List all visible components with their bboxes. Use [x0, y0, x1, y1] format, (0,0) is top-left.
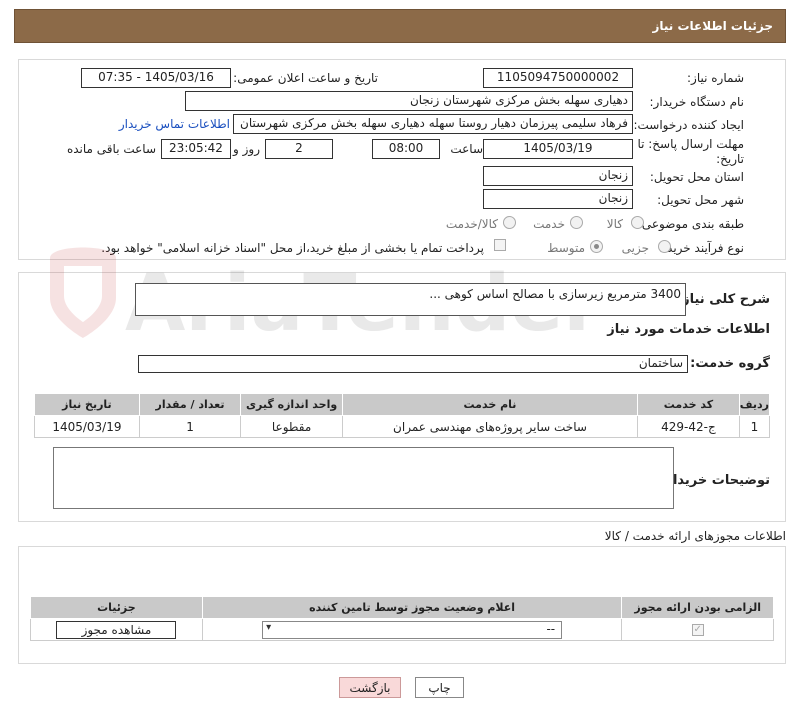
remaining-time-field: 23:05:42 — [161, 139, 231, 159]
unit: مقطوعا — [240, 415, 343, 438]
process-medium-radio[interactable] — [590, 240, 603, 253]
services-title: اطلاعات خدمات مورد نیاز — [607, 322, 770, 337]
permit-details-cell: مشاهده مجوز — [30, 618, 203, 641]
col-permit-required: الزامی بودن ارائه مجوز — [621, 596, 774, 619]
table-row: ✓ -- ▾ مشاهده مجوز — [30, 618, 774, 641]
deadline-time-label: ساعت — [450, 142, 483, 156]
need-number-label: شماره نیاز: — [687, 71, 744, 85]
permit-status-value: -- — [546, 621, 556, 636]
category-both-label: کالا/خدمت — [445, 217, 498, 231]
permits-title: اطلاعات مجوزهای ارائه خدمت / کالا — [604, 529, 786, 543]
row-number: 1 — [738, 415, 771, 438]
need-number-field: 1105094750000002 — [483, 68, 633, 88]
city-field: زنجان — [483, 189, 633, 209]
page-header: جزئیات اطلاعات نیاز — [14, 9, 786, 43]
treasury-payment-checkbox[interactable] — [494, 239, 506, 251]
creator-field: فرهاد سلیمی پیرزمان دهیار روستا سهله دهی… — [233, 114, 633, 134]
col-unit: واحد اندازه گیری — [240, 393, 343, 416]
need-description-label: شرح کلی نیاز: — [676, 292, 770, 307]
permits-table: الزامی بودن ارائه مجوز اعلام وضعیت مجوز … — [30, 596, 774, 641]
province-label: استان محل تحویل: — [649, 170, 744, 184]
services-table: ردیف کد خدمت نام خدمت واحد اندازه گیری ت… — [34, 393, 771, 438]
process-medium-label: متوسط — [547, 241, 585, 255]
page-title: جزئیات اطلاعات نیاز — [652, 19, 773, 33]
permit-required-cell: ✓ — [621, 618, 774, 641]
category-both-radio[interactable] — [503, 216, 516, 229]
days-label: روز و — [233, 142, 260, 156]
col-quantity: تعداد / مقدار — [138, 393, 242, 416]
print-button[interactable]: چاپ — [415, 677, 464, 698]
service-group-label: گروه خدمت: — [690, 356, 770, 371]
process-minor-label: جزیی — [621, 241, 649, 255]
deadline-date-field: 1405/03/19 — [483, 139, 633, 159]
buyer-notes-field[interactable] — [53, 447, 674, 509]
treasury-payment-note: پرداخت تمام یا بخشی از مبلغ خرید،از محل … — [101, 241, 484, 255]
province-field: زنجان — [483, 166, 633, 186]
col-row: ردیف — [738, 393, 771, 416]
col-permit-status: اعلام وضعیت مجوز توسط تامین کننده — [201, 596, 623, 619]
permit-status-cell: -- ▾ — [201, 618, 623, 641]
view-permit-button[interactable]: مشاهده مجوز — [56, 620, 177, 639]
category-service-radio[interactable] — [570, 216, 583, 229]
deadline-time-field: 08:00 — [372, 139, 440, 159]
buyer-notes-label: توضیحات خریدار: — [660, 473, 770, 488]
deadline-label: مهلت ارسال پاسخ: تا — [637, 137, 744, 151]
deadline-label-date: تاریخ: — [716, 152, 744, 166]
permit-required-checkbox: ✓ — [691, 624, 704, 636]
process-minor-radio[interactable] — [658, 240, 671, 253]
permit-status-select[interactable]: -- ▾ — [262, 620, 563, 639]
category-goods-label: کالا — [606, 217, 623, 231]
process-type-label: نوع فرآیند خرید : — [659, 241, 744, 255]
city-label: شهر محل تحویل: — [657, 193, 744, 207]
buyer-org-label: نام دستگاه خریدار: — [649, 95, 745, 109]
services-table-header: ردیف کد خدمت نام خدمت واحد اندازه گیری ت… — [34, 393, 771, 416]
buyer-org-field: دهیاری سهله بخش مرکزی شهرستان زنجان — [185, 91, 633, 111]
category-label: طبقه بندی موضوعی: — [637, 217, 744, 231]
category-service-label: خدمت — [533, 217, 565, 231]
service-name: ساخت سایر پروژه‌های مهندسی عمران — [341, 415, 639, 438]
remaining-time-label: ساعت باقی مانده — [66, 142, 156, 156]
announce-date-label: تاریخ و ساعت اعلان عمومی: — [233, 71, 378, 85]
col-need-date: تاریخ نیاز — [34, 393, 140, 416]
category-goods-radio[interactable] — [631, 216, 644, 229]
announce-date-field: 1405/03/16 - 07:35 — [81, 68, 231, 88]
col-service-name: نام خدمت — [341, 393, 639, 416]
need-date: 1405/03/19 — [34, 415, 140, 438]
back-button[interactable]: بازگشت — [339, 677, 401, 698]
creator-label: ایجاد کننده درخواست: — [633, 118, 744, 132]
permits-table-header: الزامی بودن ارائه مجوز اعلام وضعیت مجوز … — [30, 596, 774, 619]
quantity: 1 — [138, 415, 242, 438]
remaining-days-field: 2 — [265, 139, 333, 159]
col-service-code: کد خدمت — [637, 393, 740, 416]
table-row: 1 ج-42-429 ساخت سایر پروژه‌های مهندسی عم… — [34, 415, 771, 438]
need-description-field[interactable]: 3400 مترمربع زیرسازی با مصالح اساس کوهی … — [135, 283, 686, 316]
buyer-contact-link[interactable]: اطلاعات تماس خریدار — [119, 117, 230, 131]
service-group-field: ساختمان — [138, 355, 688, 373]
col-permit-details: جزئیات — [30, 596, 203, 619]
service-code: ج-42-429 — [637, 415, 740, 438]
chevron-down-icon: ▾ — [266, 621, 272, 633]
